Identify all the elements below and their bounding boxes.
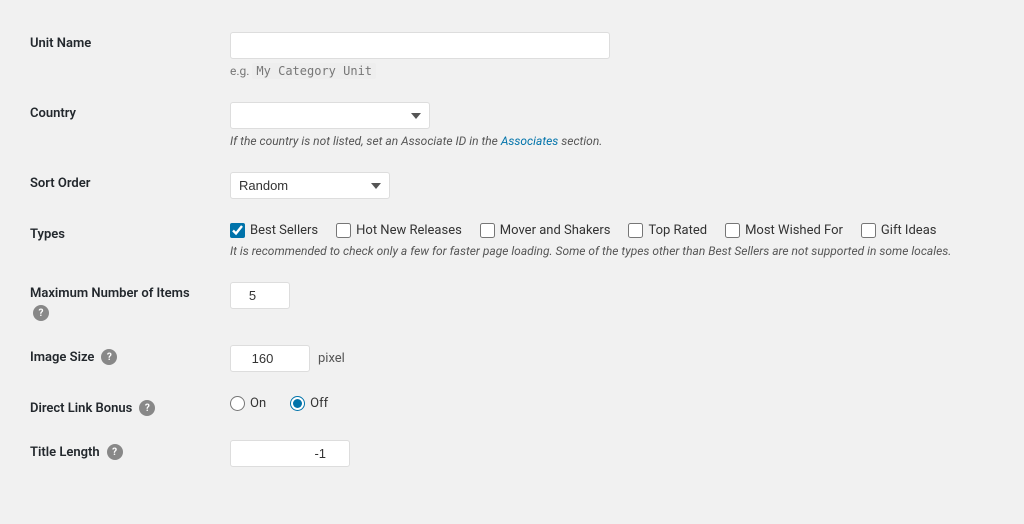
direct-link-on-radio[interactable] [230,396,245,411]
settings-form: Unit Name e.g. My Category Unit Country … [20,20,1004,479]
max-items-row: Maximum Number of Items ? [20,270,1004,333]
hot-new-releases-label[interactable]: Hot New Releases [356,223,462,238]
top-rated-checkbox[interactable] [628,223,643,238]
mover-shakers-checkbox[interactable] [480,223,495,238]
country-label: Country [30,106,76,121]
type-hot-new-releases[interactable]: Hot New Releases [336,223,462,238]
types-container: Best Sellers Hot New Releases Mover and … [230,223,994,238]
type-mover-shakers[interactable]: Mover and Shakers [480,223,611,238]
country-hint: If the country is not listed, set an Ass… [230,134,994,148]
country-select[interactable]: United States United Kingdom Germany Fra… [230,102,430,129]
gift-ideas-checkbox[interactable] [861,223,876,238]
hot-new-releases-checkbox[interactable] [336,223,351,238]
type-top-rated[interactable]: Top Rated [628,223,707,238]
direct-link-on-label[interactable]: On [250,396,266,411]
image-size-help-icon[interactable]: ? [101,349,117,365]
image-size-container: pixel [230,345,994,372]
direct-link-options: On Off [230,396,994,411]
direct-link-label-container: Direct Link Bonus ? [30,400,210,416]
image-size-input[interactable] [230,345,310,372]
most-wished-for-checkbox[interactable] [725,223,740,238]
max-items-input[interactable] [230,282,290,309]
image-size-label: Image Size [30,350,94,365]
types-hint: It is recommended to check only a few fo… [230,244,994,258]
types-label: Types [30,227,65,242]
gift-ideas-label[interactable]: Gift Ideas [881,223,937,238]
type-best-sellers[interactable]: Best Sellers [230,223,318,238]
type-gift-ideas[interactable]: Gift Ideas [861,223,937,238]
sort-order-row: Sort Order Random Price: Low to High Pri… [20,160,1004,211]
type-most-wished-for[interactable]: Most Wished For [725,223,843,238]
title-length-label-container: Title Length ? [30,444,210,460]
max-items-label-container: Maximum Number of Items ? [30,286,210,321]
direct-link-off[interactable]: Off [290,396,328,411]
unit-name-row: Unit Name e.g. My Category Unit [20,20,1004,90]
unit-name-input[interactable] [230,32,610,59]
most-wished-for-label[interactable]: Most Wished For [745,223,843,238]
title-length-label: Title Length [30,445,100,460]
mover-shakers-label[interactable]: Mover and Shakers [500,223,611,238]
image-size-row: Image Size ? pixel [20,333,1004,384]
associates-link[interactable]: Associates [501,134,559,148]
sort-order-label: Sort Order [30,176,90,191]
best-sellers-checkbox[interactable] [230,223,245,238]
unit-name-hint: e.g. My Category Unit [230,64,994,78]
image-size-label-container: Image Size ? [30,349,210,365]
pixel-label: pixel [318,351,345,366]
types-row: Types Best Sellers Hot New Releases Move… [20,211,1004,270]
country-row: Country United States United Kingdom Ger… [20,90,1004,160]
title-length-input[interactable] [230,440,350,467]
max-items-help-icon[interactable]: ? [33,305,49,321]
title-length-help-icon[interactable]: ? [107,444,123,460]
direct-link-help-icon[interactable]: ? [139,400,155,416]
top-rated-label[interactable]: Top Rated [648,223,707,238]
direct-link-on[interactable]: On [230,396,266,411]
title-length-row: Title Length ? [20,428,1004,479]
direct-link-off-radio[interactable] [290,396,305,411]
direct-link-row: Direct Link Bonus ? On Off [20,384,1004,428]
unit-name-label: Unit Name [30,36,91,51]
direct-link-off-label[interactable]: Off [310,396,328,411]
unit-name-example: My Category Unit [252,63,376,79]
max-items-label: Maximum Number of Items [30,286,190,301]
direct-link-label: Direct Link Bonus [30,401,132,416]
best-sellers-label[interactable]: Best Sellers [250,223,318,238]
sort-order-select[interactable]: Random Price: Low to High Price: High to… [230,172,390,199]
